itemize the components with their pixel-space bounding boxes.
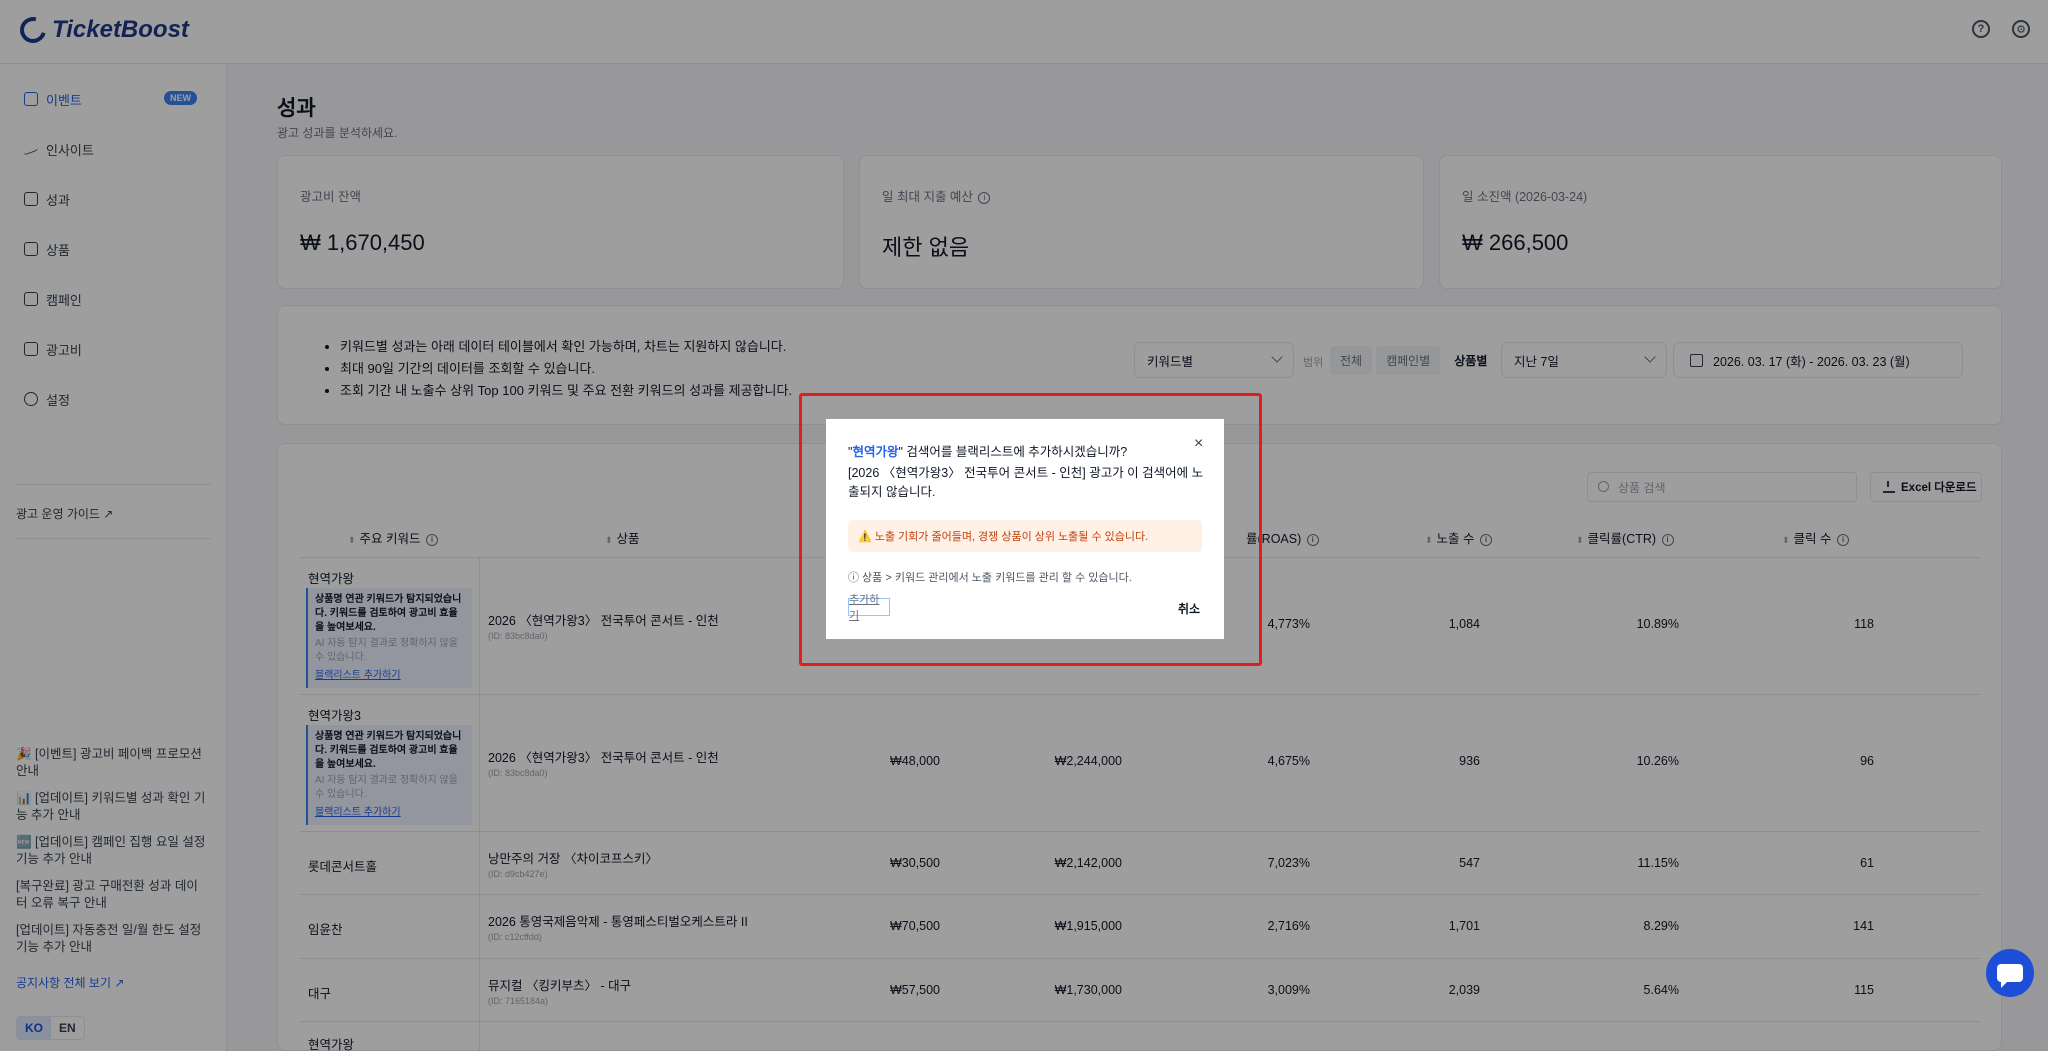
dialog-warning: ⚠️ 노출 기회가 줄어들며, 경쟁 상품이 상위 노출될 수 있습니다. — [848, 520, 1202, 552]
close-icon[interactable]: × — [1194, 435, 1203, 453]
chat-icon — [1997, 964, 2023, 988]
cancel-button[interactable]: 취소 — [1178, 600, 1200, 617]
dialog-description: [2026 〈현역가왕3〉 전국투어 콘서트 - 인천] 광고가 이 검색어에 … — [848, 466, 1204, 499]
dialog-keyword: 현역가왕 — [852, 445, 899, 459]
dialog-note: ⓘ 상품 > 키워드 관리에서 노출 키워드를 관리 할 수 있습니다. — [848, 572, 1132, 584]
blacklist-confirm-dialog: "현역가왕" 검색어를 블랙리스트에 추가하시겠습니까? × [2026 〈현역… — [826, 419, 1224, 639]
dialog-title: "현역가왕" 검색어를 블랙리스트에 추가하시겠습니까? — [848, 445, 1128, 459]
add-blacklist-button[interactable]: 추가하기 — [848, 594, 890, 622]
chat-button[interactable] — [1986, 949, 2034, 997]
